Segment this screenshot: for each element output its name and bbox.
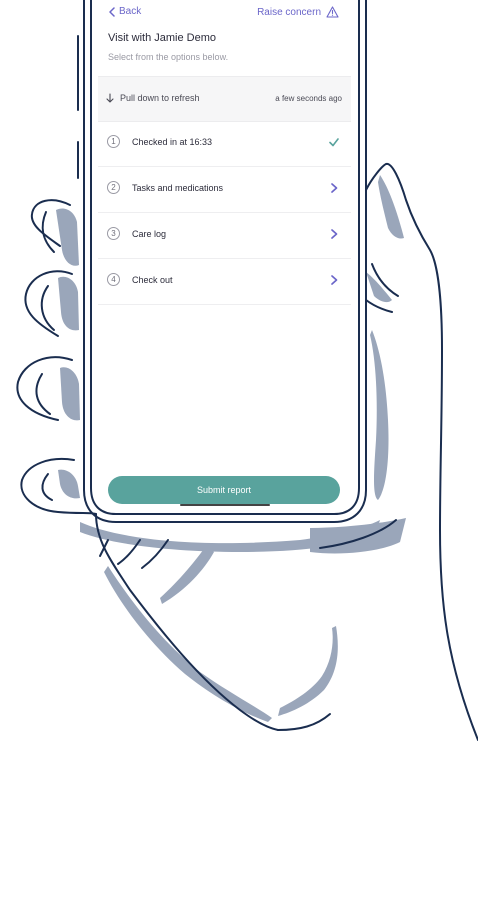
- back-button[interactable]: Back: [108, 6, 141, 17]
- chevron-right-icon: [331, 183, 338, 193]
- stage: Back Raise concern Visit with Jamie Demo…: [0, 0, 478, 898]
- step-number-badge: 3: [107, 227, 120, 240]
- page-subtitle: Select from the options below.: [108, 52, 229, 62]
- back-label: Back: [119, 6, 142, 17]
- list-item[interactable]: 1 Checked in at 16:33: [98, 121, 351, 167]
- refresh-timestamp: a few seconds ago: [275, 94, 342, 103]
- step-label: Check out: [132, 275, 173, 285]
- check-icon: [329, 138, 339, 147]
- step-number-badge: 4: [107, 273, 120, 286]
- step-label: Care log: [132, 229, 167, 239]
- refresh-bar[interactable]: Pull down to refresh a few seconds ago: [98, 76, 351, 122]
- list-item[interactable]: 4 Check out: [98, 259, 351, 305]
- step-label: Checked in at 16:33: [132, 137, 213, 147]
- chevron-left-icon: [109, 6, 115, 17]
- chevron-right-icon: [331, 275, 338, 285]
- step-number-badge: 1: [107, 135, 120, 148]
- page-title: Visit with Jamie Demo: [108, 32, 216, 44]
- raise-concern-label: Raise concern: [257, 6, 321, 18]
- list-item[interactable]: 2 Tasks and medications: [98, 167, 351, 213]
- home-indicator: [180, 504, 270, 506]
- refresh-label: Pull down to refresh: [120, 93, 200, 103]
- phone-screen: Back Raise concern Visit with Jamie Demo…: [98, 0, 351, 506]
- step-number-badge: 2: [107, 181, 120, 194]
- chevron-right-icon: [331, 229, 338, 239]
- steps-list: 1 Checked in at 16:33 2 Tasks and medica…: [98, 121, 351, 305]
- refresh-hint: Pull down to refresh: [106, 93, 200, 103]
- step-label: Tasks and medications: [132, 183, 224, 193]
- arrow-down-icon: [106, 93, 114, 103]
- top-bar: Back Raise concern: [98, 6, 351, 22]
- raise-concern-button[interactable]: Raise concern: [257, 6, 339, 18]
- list-item[interactable]: 3 Care log: [98, 213, 351, 259]
- submit-report-button[interactable]: Submit report: [108, 476, 340, 504]
- warning-icon: [326, 6, 339, 18]
